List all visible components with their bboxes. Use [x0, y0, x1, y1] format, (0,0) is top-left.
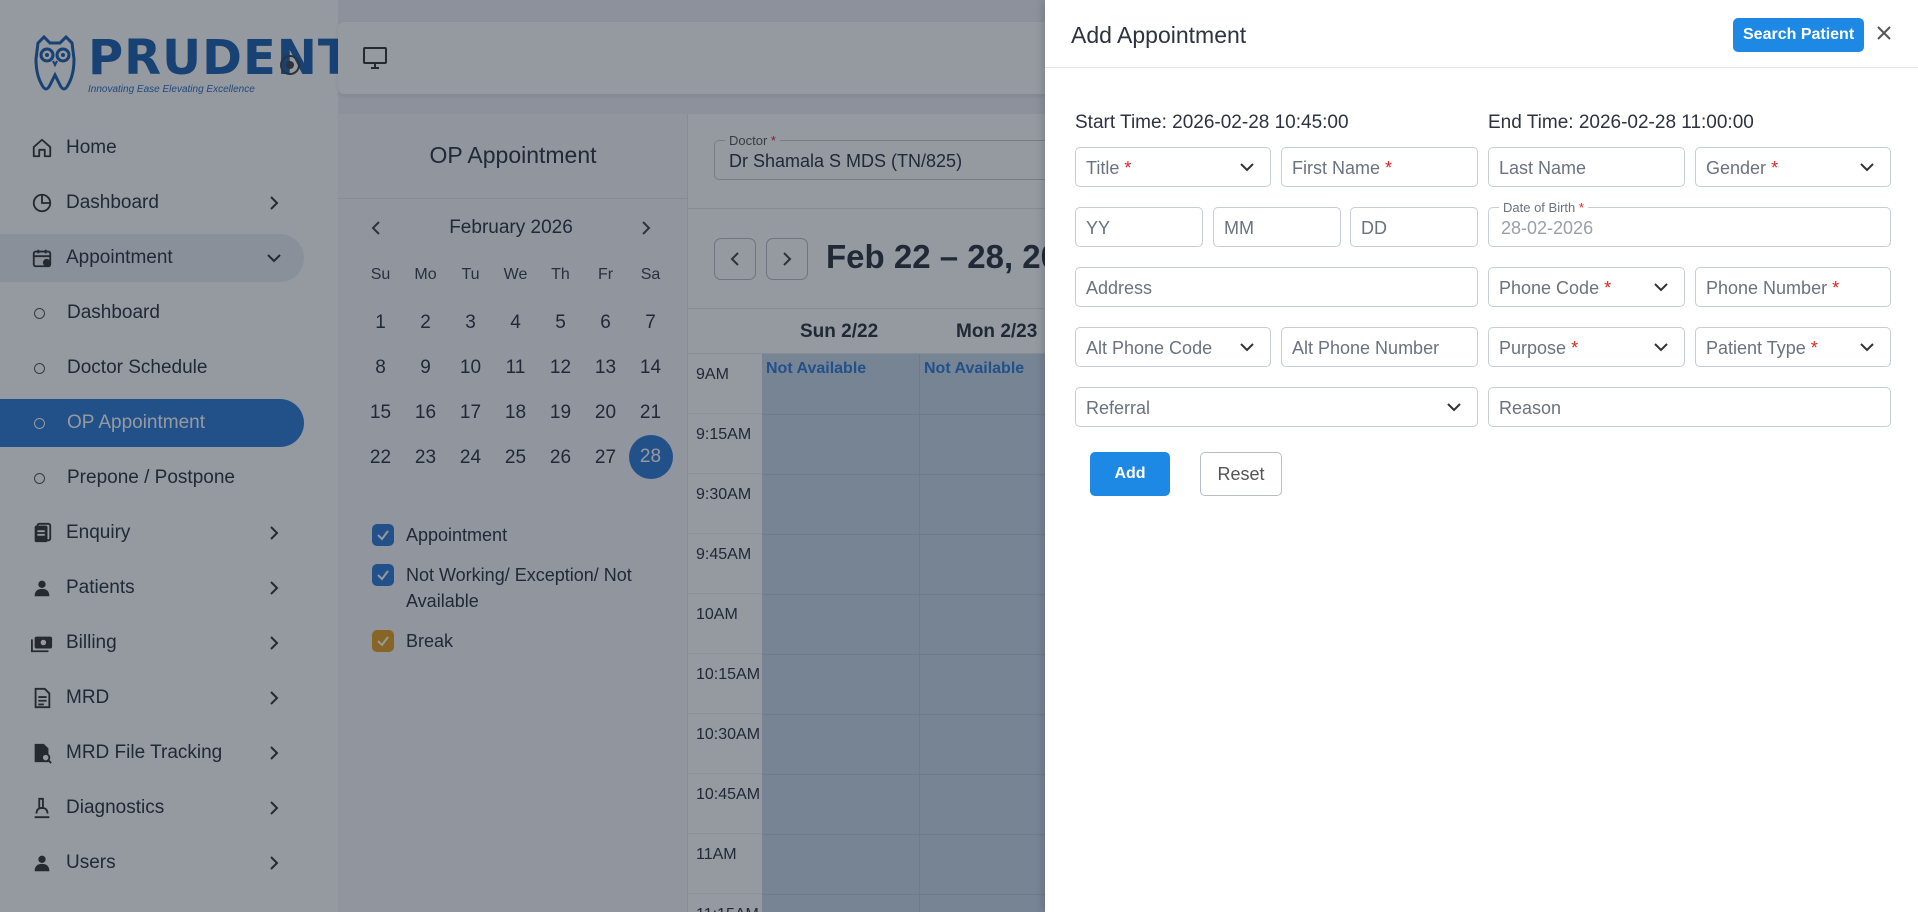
drawer-title: Add Appointment	[1071, 22, 1247, 48]
required-mark: *	[1124, 158, 1132, 178]
start-time: Start Time: 2026-02-28 10:45:00	[1075, 112, 1349, 133]
reason-placeholder: Reason	[1499, 398, 1562, 418]
drawer-header: Add Appointment Search Patient	[1045, 0, 1918, 68]
purpose-placeholder: Purpose	[1499, 338, 1567, 358]
phone-code-placeholder: Phone Code	[1499, 278, 1600, 298]
first-name-placeholder: First Name	[1292, 158, 1381, 178]
phone-number-placeholder: Phone Number	[1706, 278, 1828, 298]
app-root: PRUDENT Innovating Ease Elevating Excell…	[0, 0, 1918, 912]
chevron-down-icon	[1240, 343, 1254, 352]
required-mark: *	[1604, 278, 1612, 298]
alt-phone-number-placeholder: Alt Phone Number	[1292, 338, 1440, 358]
referral-select[interactable]: Referral	[1075, 387, 1478, 427]
chevron-down-icon	[1240, 163, 1254, 172]
gender-placeholder: Gender	[1706, 158, 1767, 178]
yy-placeholder: YY	[1086, 218, 1111, 238]
modal-backdrop[interactable]	[0, 0, 1045, 912]
required-mark: *	[1571, 338, 1579, 358]
alt-phone-code-placeholder: Alt Phone Code	[1086, 338, 1213, 358]
date-of-birth-input[interactable]: Date of Birth * 28-02-2026	[1488, 200, 1891, 247]
chevron-down-icon	[1860, 163, 1874, 172]
close-icon[interactable]	[1875, 24, 1893, 42]
chevron-down-icon	[1860, 343, 1874, 352]
purpose-select[interactable]: Purpose *	[1488, 327, 1685, 367]
dob-label: Date of Birth	[1503, 200, 1576, 215]
reset-button[interactable]: Reset	[1200, 452, 1282, 496]
phone-number-input[interactable]: Phone Number *	[1695, 267, 1891, 307]
required-mark: *	[1578, 200, 1584, 215]
alt-phone-code-select[interactable]: Alt Phone Code	[1075, 327, 1271, 367]
add-button[interactable]: Add	[1090, 452, 1170, 496]
patient-type-placeholder: Patient Type	[1706, 338, 1806, 358]
last-name-placeholder: Last Name	[1499, 158, 1587, 178]
dd-placeholder: DD	[1361, 218, 1387, 238]
end-time: End Time: 2026-02-28 11:00:00	[1488, 112, 1754, 133]
add-appointment-drawer: Add Appointment Search Patient Start Tim…	[1045, 0, 1918, 912]
required-mark: *	[1832, 278, 1840, 298]
chevron-down-icon	[1447, 403, 1461, 412]
age-days-input[interactable]: DD	[1350, 207, 1478, 247]
referral-placeholder: Referral	[1086, 398, 1151, 418]
age-months-input[interactable]: MM	[1213, 207, 1341, 247]
age-years-input[interactable]: YY	[1075, 207, 1203, 247]
required-mark: *	[1810, 338, 1818, 358]
first-name-input[interactable]: First Name *	[1281, 147, 1478, 187]
phone-code-select[interactable]: Phone Code *	[1488, 267, 1685, 307]
address-input[interactable]: Address	[1075, 267, 1478, 307]
required-mark: *	[1385, 158, 1393, 178]
gender-select[interactable]: Gender *	[1695, 147, 1891, 187]
dob-value: 28-02-2026	[1501, 218, 1594, 238]
title-placeholder: Title	[1086, 158, 1120, 178]
reason-input[interactable]: Reason	[1488, 387, 1891, 427]
address-placeholder: Address	[1086, 278, 1153, 298]
last-name-input[interactable]: Last Name	[1488, 147, 1685, 187]
mm-placeholder: MM	[1224, 218, 1254, 238]
chevron-down-icon	[1654, 343, 1668, 352]
patient-type-select[interactable]: Patient Type *	[1695, 327, 1891, 367]
chevron-down-icon	[1654, 283, 1668, 292]
search-patient-button[interactable]: Search Patient	[1733, 18, 1865, 52]
alt-phone-number-input[interactable]: Alt Phone Number	[1281, 327, 1478, 367]
title-select[interactable]: Title *	[1075, 147, 1271, 187]
required-mark: *	[1771, 158, 1779, 178]
